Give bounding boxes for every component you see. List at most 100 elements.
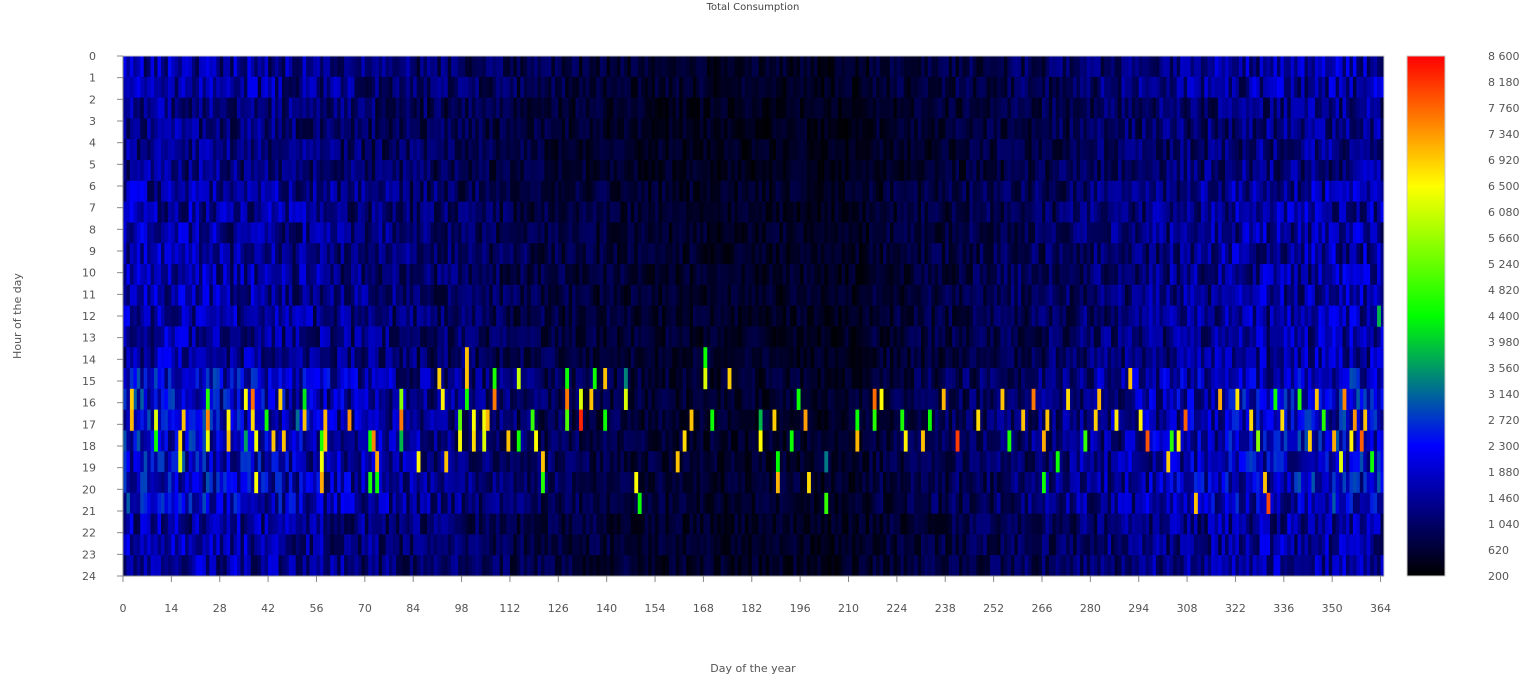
heatmap-cell — [572, 368, 576, 390]
heatmap-cell — [378, 368, 383, 390]
heatmap-cell — [150, 534, 155, 556]
heatmap-cell — [323, 492, 328, 514]
heatmap-cell — [416, 139, 421, 161]
heatmap-cell — [537, 388, 542, 410]
heatmap-cell — [668, 451, 673, 473]
heatmap-cell — [437, 180, 442, 202]
heatmap-cell — [465, 513, 469, 535]
heatmap-cell — [364, 472, 369, 494]
heatmap-cell — [675, 388, 680, 410]
heatmap-cell — [689, 472, 694, 494]
heatmap-cell — [520, 305, 525, 327]
heatmap-cell — [568, 534, 573, 556]
heatmap-cell — [219, 305, 224, 327]
heatmap-cell — [537, 284, 542, 306]
heatmap-cell — [786, 388, 791, 410]
heatmap-cell — [264, 451, 269, 473]
heatmap-cell — [496, 430, 500, 452]
heatmap-cell — [693, 264, 697, 286]
heatmap-cell — [544, 180, 549, 202]
heatmap-cell — [351, 305, 355, 327]
heatmap-cell — [641, 97, 646, 119]
heatmap-cell — [558, 76, 563, 98]
heatmap-cell — [230, 555, 234, 576]
heatmap-cell — [744, 347, 749, 369]
heatmap-cell — [164, 180, 169, 202]
heatmap-cell — [775, 555, 780, 576]
heatmap-cell — [295, 118, 300, 140]
heatmap-cell — [171, 555, 176, 576]
heatmap-cell — [679, 56, 684, 78]
heatmap-cell — [292, 492, 297, 514]
heatmap-cell — [129, 305, 134, 327]
heatmap-cell — [599, 451, 604, 473]
heatmap-cell — [302, 284, 307, 306]
heatmap-cell — [648, 513, 652, 535]
heatmap-cell — [468, 555, 473, 576]
heatmap-cell — [672, 97, 677, 119]
heatmap-cell — [171, 326, 176, 348]
heatmap-cell — [762, 305, 766, 327]
heatmap-cell — [644, 118, 649, 140]
heatmap-cell — [468, 492, 473, 514]
heatmap-cell — [409, 472, 414, 494]
heatmap-cell — [295, 264, 300, 286]
heatmap-cell — [582, 388, 587, 410]
chart-title: Total Consumption — [706, 2, 800, 13]
heatmap-cell — [734, 305, 739, 327]
heatmap-cell — [765, 472, 770, 494]
heatmap-cell — [696, 243, 701, 265]
heatmap-cell — [492, 180, 497, 202]
heatmap-cell — [140, 222, 145, 244]
heatmap-cell — [285, 160, 290, 182]
heatmap-cell — [523, 472, 528, 494]
heatmap-cell — [468, 180, 473, 202]
heatmap-cell — [637, 472, 642, 494]
heatmap-cell — [292, 555, 297, 576]
heatmap-cell — [174, 160, 179, 182]
heatmap-cell — [340, 492, 345, 514]
heatmap-cell — [779, 139, 784, 161]
heatmap-cell — [161, 139, 165, 161]
heatmap-cell — [475, 180, 480, 202]
heatmap-cell — [423, 555, 428, 576]
heatmap-cell — [478, 264, 483, 286]
heatmap-cell — [769, 201, 773, 223]
heatmap-cell — [337, 284, 342, 306]
heatmap-cell — [427, 555, 431, 576]
heatmap-cell — [143, 118, 148, 140]
heatmap-cell — [306, 264, 310, 286]
heatmap-cell — [627, 368, 632, 390]
heatmap-cell — [157, 76, 162, 98]
heatmap-cell — [810, 347, 815, 369]
heatmap-cell — [192, 305, 196, 327]
heatmap-cell — [340, 180, 345, 202]
heatmap-cell — [316, 388, 321, 410]
heatmap-cell — [295, 305, 300, 327]
heatmap-cell — [288, 222, 293, 244]
heatmap-cell — [599, 492, 604, 514]
heatmap-area — [122, 55, 1385, 577]
heatmap-cell — [547, 56, 552, 78]
heatmap-cell — [516, 97, 521, 119]
heatmap-cell — [741, 305, 746, 327]
heatmap-cell — [164, 160, 169, 182]
heatmap-cell — [223, 409, 228, 431]
heatmap-cell — [471, 284, 476, 306]
heatmap-cell — [199, 222, 203, 244]
heatmap-cell — [572, 409, 576, 431]
heatmap-cell — [309, 222, 314, 244]
heatmap-cell — [306, 284, 310, 306]
heatmap-cell — [281, 451, 286, 473]
heatmap-cell — [326, 472, 331, 494]
heatmap-cell — [237, 139, 241, 161]
heatmap-cell — [264, 388, 269, 410]
heatmap-cell — [755, 118, 760, 140]
heatmap-cell — [686, 160, 690, 182]
heatmap-cell — [585, 534, 590, 556]
heatmap-cell — [427, 472, 431, 494]
heatmap-cell — [465, 76, 469, 98]
heatmap-cell — [630, 492, 635, 514]
heatmap-cell — [658, 472, 663, 494]
heatmap-cell — [769, 180, 773, 202]
